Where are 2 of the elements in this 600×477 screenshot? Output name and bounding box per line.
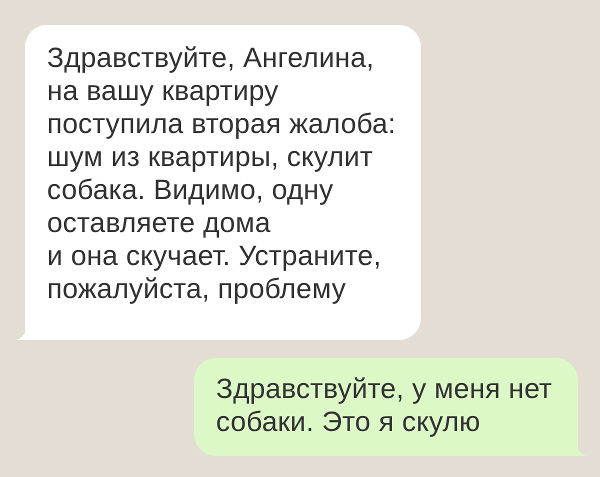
- message-text: Здравствуйте, у меня нет собаки. Это я скулю: [216, 372, 552, 438]
- message-text: Здравствуйте, Ангелина, на вашу квартиру поступила вторая жалоба: шум из квартиры, скулит собака. Видимо, одну оставляете дома и она скучает. Устраните, пожалуйста, проблему: [47, 41, 396, 305]
